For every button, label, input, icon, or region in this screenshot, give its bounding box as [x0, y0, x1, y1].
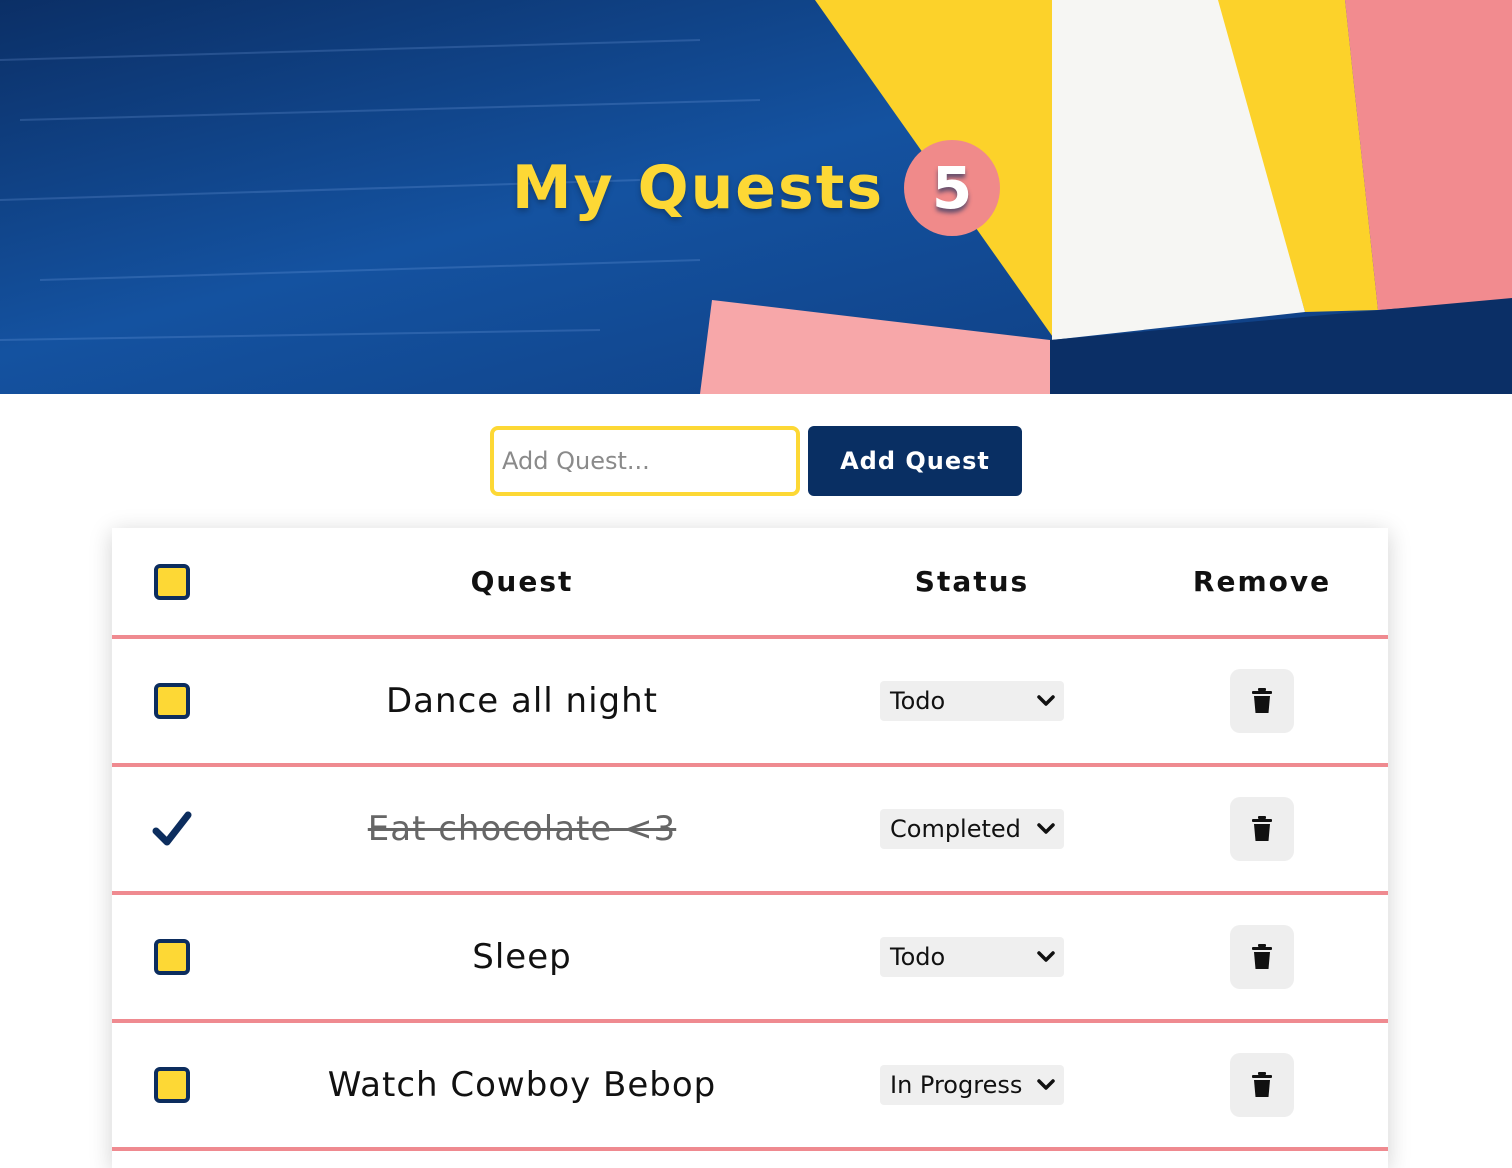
- status-value: Completed: [890, 815, 1021, 843]
- chevron-down-icon: [1037, 695, 1055, 706]
- checkmark-icon[interactable]: [152, 809, 192, 849]
- header-quest-cell: Quest: [272, 528, 772, 635]
- status-value: Todo: [890, 943, 946, 971]
- quest-checkbox[interactable]: [154, 683, 190, 719]
- quest-name: Dance all night: [386, 681, 658, 721]
- quest-name: Watch Cowboy Bebop: [327, 1065, 717, 1105]
- quest-name: Eat chocolate <3: [367, 809, 677, 849]
- remove-quest-button[interactable]: [1230, 797, 1294, 861]
- row-remove-cell: [1152, 1023, 1372, 1147]
- column-header-remove: Remove: [1192, 565, 1332, 598]
- table-header: Quest Status Remove: [112, 528, 1388, 639]
- row-status-cell: Completed: [872, 767, 1072, 891]
- quest-name: Sleep: [472, 937, 572, 977]
- row-remove-cell: [1152, 895, 1372, 1019]
- hero-banner: My Quests 5: [0, 0, 1512, 394]
- header-remove-cell: Remove: [1152, 528, 1372, 635]
- table-row: Watch Cowboy Bebop In Progress: [112, 1023, 1388, 1151]
- trash-icon: [1252, 1072, 1272, 1097]
- row-check-cell: [132, 1023, 212, 1147]
- chevron-down-icon: [1037, 1079, 1055, 1090]
- row-quest-cell: Dance all night: [272, 639, 772, 763]
- hero-title-row: My Quests 5: [0, 140, 1512, 236]
- row-check-cell: [132, 639, 212, 763]
- status-value: Todo: [890, 687, 946, 715]
- status-select[interactable]: Todo: [880, 937, 1064, 977]
- add-quest-form: Add Quest: [0, 426, 1512, 496]
- chevron-down-icon: [1037, 951, 1055, 962]
- quest-checkbox[interactable]: [154, 939, 190, 975]
- status-select[interactable]: In Progress: [880, 1065, 1064, 1105]
- header-status-cell: Status: [872, 528, 1072, 635]
- row-status-cell: In Progress: [872, 1023, 1072, 1147]
- status-value: In Progress: [890, 1071, 1023, 1099]
- column-header-status: Status: [914, 565, 1030, 598]
- row-status-cell: Todo: [872, 895, 1072, 1019]
- table-row: Eat chocolate <3 Completed: [112, 767, 1388, 895]
- column-header-quest: Quest: [470, 565, 574, 598]
- trash-icon: [1252, 688, 1272, 713]
- quest-count-badge: 5: [904, 140, 1001, 236]
- row-status-cell: Todo: [872, 639, 1072, 763]
- table-row: Dance all night Todo: [112, 639, 1388, 767]
- trash-icon: [1252, 944, 1272, 969]
- select-all-checkbox[interactable]: [154, 563, 190, 600]
- table-row: Sleep Todo: [112, 895, 1388, 1023]
- remove-quest-button[interactable]: [1230, 1053, 1294, 1117]
- chevron-down-icon: [1037, 823, 1055, 834]
- select-all-cell: [132, 528, 212, 635]
- remove-quest-button[interactable]: [1230, 925, 1294, 989]
- row-quest-cell: Eat chocolate <3: [272, 767, 772, 891]
- row-remove-cell: [1152, 767, 1372, 891]
- quest-checkbox[interactable]: [154, 1067, 190, 1103]
- page-title: My Quests: [511, 153, 885, 223]
- row-remove-cell: [1152, 639, 1372, 763]
- status-select[interactable]: Completed: [880, 809, 1064, 849]
- row-check-cell: [132, 767, 212, 891]
- add-quest-input[interactable]: [490, 426, 800, 496]
- trash-icon: [1252, 816, 1272, 841]
- status-select[interactable]: Todo: [880, 681, 1064, 721]
- quest-table: Quest Status Remove Dance all night Todo: [112, 528, 1388, 1168]
- row-quest-cell: Sleep: [272, 895, 772, 1019]
- remove-quest-button[interactable]: [1230, 669, 1294, 733]
- add-quest-button[interactable]: Add Quest: [808, 426, 1022, 496]
- row-quest-cell: Watch Cowboy Bebop: [272, 1023, 772, 1147]
- row-check-cell: [132, 895, 212, 1019]
